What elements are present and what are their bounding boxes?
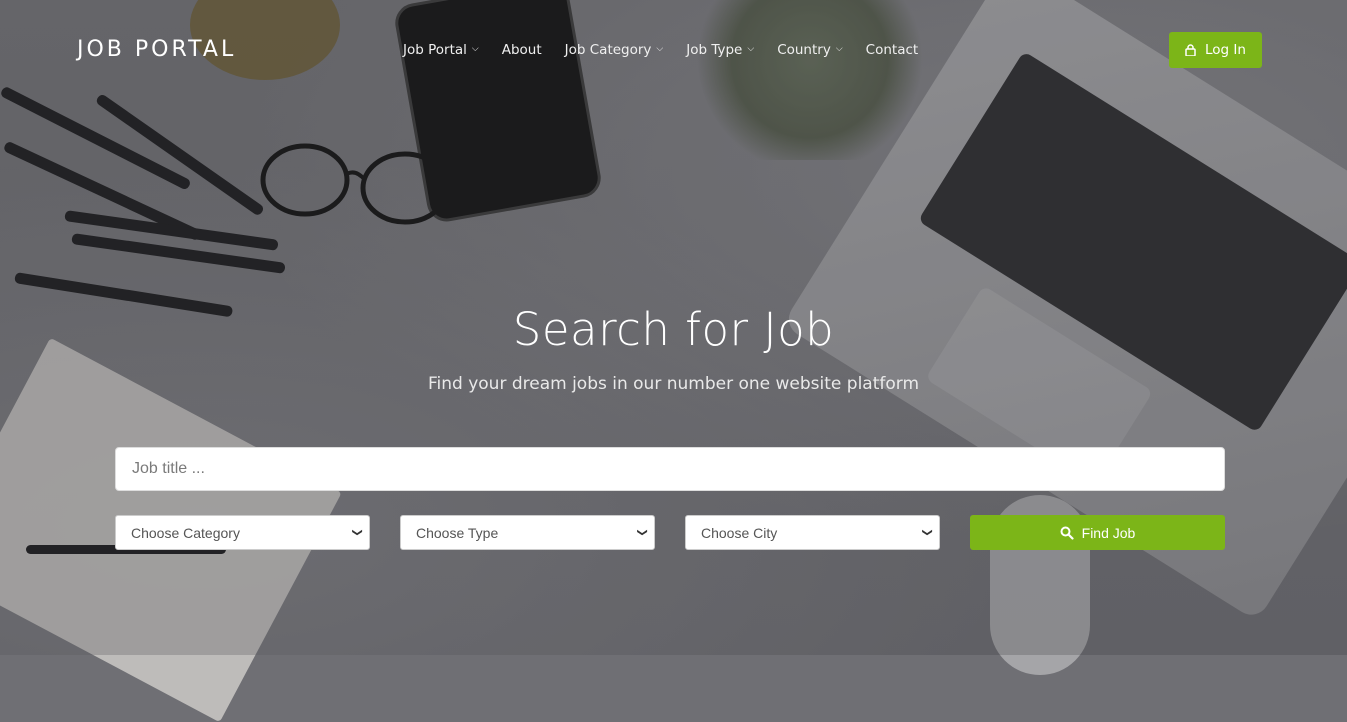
lock-icon <box>1185 44 1196 56</box>
city-select-value: Choose City <box>701 524 778 541</box>
category-select-value: Choose Category <box>131 524 240 541</box>
nav-item-label: Job Category <box>564 42 652 58</box>
city-select[interactable]: Choose City ❯ <box>685 515 940 550</box>
chevron-down-icon: ❯ <box>921 528 933 537</box>
find-job-label: Find Job <box>1081 524 1136 541</box>
chevron-down-icon: ❯ <box>636 528 648 537</box>
type-select[interactable]: Choose Type ❯ <box>400 515 655 550</box>
login-button[interactable]: Log In <box>1169 32 1262 68</box>
nav-item-label: Country <box>777 42 831 58</box>
nav-item-about[interactable]: About <box>502 42 542 58</box>
type-select-value: Choose Type <box>416 524 499 541</box>
nav-item-label: Job Portal <box>403 42 467 58</box>
chevron-down-icon: ⌵ <box>747 44 755 54</box>
nav-item-job-portal[interactable]: Job Portal ⌵ <box>403 42 479 58</box>
nav-item-label: Job Type <box>686 42 743 58</box>
find-job-button[interactable]: Find Job <box>970 515 1225 550</box>
job-title-input[interactable] <box>115 447 1225 491</box>
category-select[interactable]: Choose Category ❯ <box>115 515 370 550</box>
chevron-down-icon: ⌵ <box>471 44 479 54</box>
chevron-down-icon: ⌵ <box>656 44 664 54</box>
nav-item-label: Contact <box>865 42 919 58</box>
nav-item-contact[interactable]: Contact <box>866 42 919 58</box>
brand-logo[interactable]: JOB PORTAL <box>77 37 236 62</box>
login-label: Log In <box>1205 42 1246 58</box>
nav-item-country[interactable]: Country ⌵ <box>777 42 842 58</box>
main-nav: Job Portal ⌵ About Job Category ⌵ Job Ty… <box>403 42 941 58</box>
nav-item-job-category[interactable]: Job Category ⌵ <box>565 42 664 58</box>
nav-item-job-type[interactable]: Job Type ⌵ <box>686 42 754 58</box>
page-subtitle: Find your dream jobs in our number one w… <box>427 374 920 394</box>
chevron-down-icon: ⌵ <box>835 44 843 54</box>
search-icon <box>1060 526 1074 540</box>
nav-item-label: About <box>501 42 542 58</box>
page-title: Search for Job <box>512 303 835 356</box>
chevron-down-icon: ❯ <box>351 528 363 537</box>
